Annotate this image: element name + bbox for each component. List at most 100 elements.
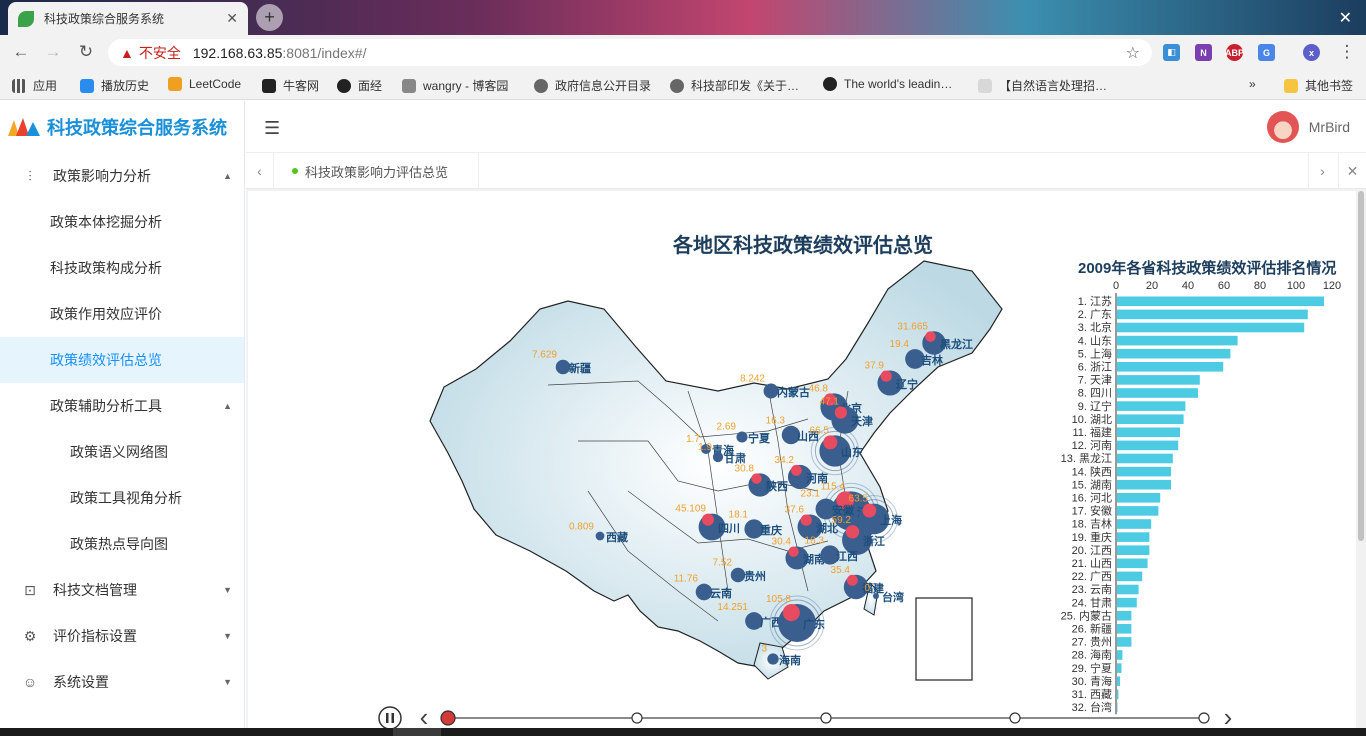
tabs-close-icon[interactable]: ✕ — [1338, 153, 1366, 189]
province-label: 台湾 — [882, 590, 904, 604]
bar[interactable] — [1117, 493, 1161, 503]
bar[interactable] — [1117, 362, 1224, 372]
bookmark-most[interactable]: 科技部印发《关于… — [670, 77, 799, 94]
bookmark-history[interactable]: 播放历史 — [80, 77, 149, 94]
sidebar-item-7[interactable]: 政策工具视角分析 — [0, 475, 244, 521]
browser-tab[interactable]: 科技政策综合服务系统 ✕ — [8, 2, 248, 35]
province-marker[interactable] — [595, 531, 605, 541]
bar[interactable] — [1117, 689, 1119, 700]
back-arrow-icon[interactable]: ← — [10, 42, 32, 62]
translate-extension-icon[interactable]: G — [1258, 44, 1275, 61]
bookmark-leetcode[interactable]: LeetCode — [168, 77, 241, 91]
timeline-node[interactable] — [820, 712, 832, 724]
bar[interactable] — [1117, 388, 1198, 398]
sidebar-item-2[interactable]: 科技政策构成分析 — [0, 245, 244, 291]
bar[interactable] — [1117, 558, 1148, 569]
taskbar-active-item[interactable] — [393, 728, 441, 736]
reload-icon[interactable]: ↻ — [75, 42, 97, 62]
bar[interactable] — [1117, 624, 1132, 634]
bar[interactable] — [1117, 676, 1121, 686]
chevron-down-icon: ▼ — [223, 677, 232, 687]
close-tab-icon[interactable]: ✕ — [226, 10, 238, 27]
bookmark-nowcoder[interactable]: 牛客网 — [262, 77, 319, 94]
bar[interactable] — [1117, 663, 1122, 673]
province-label: 江西 — [836, 549, 858, 563]
bar[interactable] — [1117, 637, 1132, 647]
sidebar-item-6[interactable]: 政策语义网络图 — [0, 429, 244, 475]
browser-menu-icon[interactable]: ⋮ — [1336, 42, 1358, 62]
timeline-node[interactable] — [1009, 712, 1021, 724]
bar[interactable] — [1117, 401, 1186, 411]
bookmark-github[interactable]: The world's leadin… — [823, 77, 952, 91]
bookmarks-overflow-button[interactable]: » — [1249, 77, 1256, 91]
bookmark-mianjing[interactable]: 面经 — [337, 77, 382, 94]
tab-policy-impact-overview[interactable]: 科技政策影响力评估总览 — [274, 153, 479, 189]
bookmark-cnblogs[interactable]: wangry - 博客园 — [402, 77, 508, 94]
bar[interactable] — [1117, 322, 1305, 333]
bookmark-gov-info[interactable]: 政府信息公开目录 — [534, 77, 651, 94]
scrollbar-thumb[interactable] — [1358, 191, 1364, 541]
bar[interactable] — [1117, 309, 1308, 320]
sidebar-item-5[interactable]: 政策辅助分析工具 ▲ — [0, 383, 244, 429]
timeline-node[interactable] — [440, 710, 456, 726]
forward-arrow-icon[interactable]: → — [42, 42, 64, 62]
bookmark-nlp[interactable]: 【自然语言处理招… — [978, 77, 1107, 94]
bar[interactable] — [1117, 414, 1184, 424]
province-value: 7.629 — [532, 350, 557, 361]
bar[interactable] — [1117, 296, 1324, 307]
new-tab-button[interactable]: + — [256, 4, 283, 31]
tabs-scroll-left-icon[interactable]: ‹ — [246, 153, 274, 189]
province-marker[interactable] — [736, 431, 748, 443]
content-scrollbar[interactable] — [1356, 189, 1366, 736]
timeline-node[interactable] — [1198, 712, 1210, 724]
window-close-icon[interactable]: ✕ — [1339, 8, 1352, 28]
sidebar-item-10[interactable]: ⚙ 评价指标设置 ▼ — [0, 613, 244, 659]
app-logo[interactable]: 科技政策综合服务系统 — [0, 101, 244, 153]
bar[interactable] — [1117, 545, 1150, 555]
menu-fold-icon[interactable]: ☰ — [264, 118, 280, 139]
sidebar-item-1[interactable]: 政策本体挖掘分析 — [0, 199, 244, 245]
sidebar-item-8[interactable]: 政策热点导向图 — [0, 521, 244, 567]
sidebar-item-11[interactable]: ☺ 系统设置 ▼ — [0, 659, 244, 705]
bookmark-other[interactable]: 其他书签 — [1284, 77, 1353, 94]
sidebar-item-4[interactable]: 政策绩效评估总览 — [0, 337, 244, 383]
bookmark-apps[interactable]: 应用 — [12, 77, 57, 94]
bar[interactable] — [1117, 532, 1150, 542]
bar[interactable] — [1117, 597, 1137, 608]
bar[interactable] — [1117, 335, 1238, 346]
bar[interactable] — [1117, 348, 1231, 359]
bar[interactable] — [1117, 610, 1132, 621]
extension-1-icon[interactable]: ◧ — [1163, 44, 1180, 61]
bar[interactable] — [1117, 571, 1143, 582]
sidebar-item-0[interactable]: ⫶ 政策影响力分析 ▲ — [0, 153, 244, 199]
timeline-node[interactable] — [631, 712, 643, 724]
province-label: 广东 — [803, 617, 825, 631]
bookmark-star-icon[interactable]: ☆ — [1126, 43, 1140, 63]
pause-button[interactable] — [378, 706, 402, 730]
sidebar-item-3[interactable]: 政策作用效应评价 — [0, 291, 244, 337]
bar[interactable] — [1117, 427, 1180, 438]
chevron-up-icon: ▲ — [223, 401, 232, 411]
adblock-extension-icon[interactable]: ABP — [1225, 44, 1244, 61]
tv-icon — [80, 78, 94, 93]
tabs-scroll-right-icon[interactable]: › — [1308, 153, 1336, 189]
profile-avatar-icon[interactable]: x — [1303, 44, 1320, 61]
bar[interactable] — [1117, 479, 1171, 490]
bar[interactable] — [1117, 453, 1173, 464]
bar[interactable] — [1117, 466, 1171, 477]
url-input[interactable]: ▲ 不安全 192.168.63.85:8081/index#/ ☆ — [108, 39, 1152, 66]
bar[interactable] — [1117, 702, 1118, 713]
user-menu[interactable]: MrBird — [1266, 111, 1350, 143]
province-marker[interactable] — [712, 451, 724, 463]
category-label: 6. 浙江 — [1078, 361, 1112, 374]
bar[interactable] — [1117, 506, 1159, 516]
bar[interactable] — [1117, 584, 1139, 595]
bar[interactable] — [1117, 375, 1200, 385]
bar[interactable] — [1117, 650, 1123, 660]
onenote-extension-icon[interactable]: N — [1195, 44, 1212, 61]
province-marker[interactable] — [767, 653, 779, 665]
sidebar-item-9[interactable]: ⊡ 科技文档管理 ▼ — [0, 567, 244, 613]
bar[interactable] — [1117, 519, 1152, 529]
bar[interactable] — [1117, 440, 1179, 451]
province-marker[interactable] — [873, 593, 879, 599]
